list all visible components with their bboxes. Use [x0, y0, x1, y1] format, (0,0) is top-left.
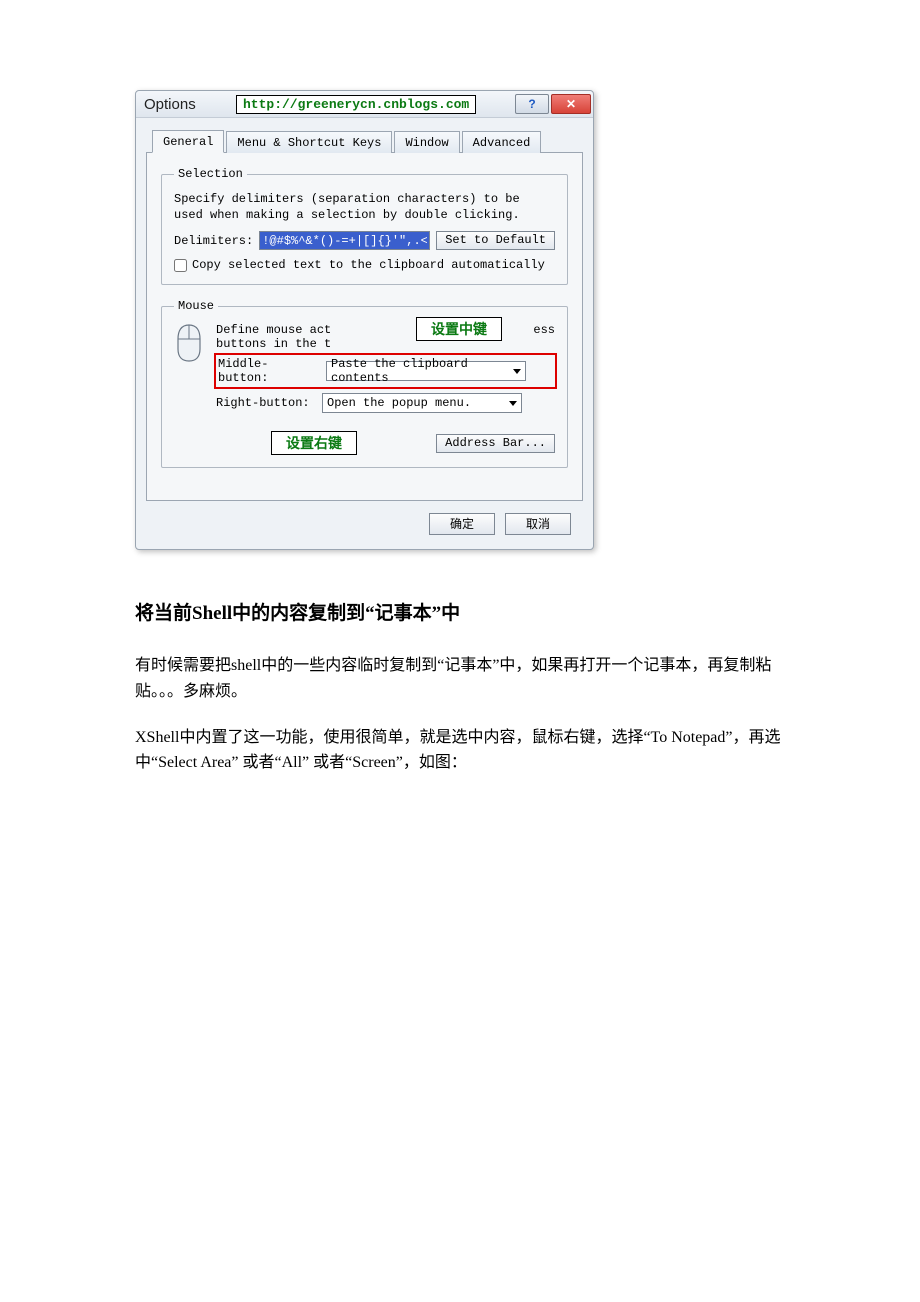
auto-copy-checkbox-row[interactable]: Copy selected text to the clipboard auto… [174, 258, 555, 272]
chevron-down-icon [509, 401, 517, 406]
selection-group: Selection Specify delimiters (separation… [161, 167, 568, 285]
callout-middle: 设置中键 [416, 317, 502, 341]
callout-right: 设置右键 [271, 431, 357, 455]
dialog-title: Options [144, 96, 196, 113]
chevron-down-icon [513, 369, 521, 374]
options-dialog: Options http://greenerycn.cnblogs.com ? … [135, 90, 594, 550]
tab-menu-shortcut[interactable]: Menu & Shortcut Keys [226, 131, 392, 153]
tabpage-general: Selection Specify delimiters (separation… [146, 153, 583, 501]
delimiters-input[interactable] [259, 231, 430, 250]
right-button-label: Right-button: [216, 396, 316, 410]
article-body: 将当前Shell中的内容复制到“记事本”中 有时候需要把shell中的一些内容临… [135, 598, 785, 775]
selection-legend: Selection [174, 167, 247, 181]
address-bar-button[interactable]: Address Bar... [436, 434, 555, 453]
auto-copy-label: Copy selected text to the clipboard auto… [192, 258, 545, 272]
article-paragraph-2: XShell中内置了这一功能，使用很简单，就是选中内容，鼠标右键，选择“To N… [135, 725, 785, 776]
right-button-value: Open the popup menu. [327, 396, 471, 410]
article-paragraph-1: 有时候需要把shell中的一些内容临时复制到“记事本”中，如果再打开一个记事本，… [135, 653, 785, 704]
middle-button-value: Paste the clipboard contents [331, 357, 513, 385]
tab-advanced[interactable]: Advanced [462, 131, 542, 153]
mouse-desc-line2: buttons in the t [216, 337, 331, 351]
watermark-url: http://greenerycn.cnblogs.com [236, 95, 476, 114]
titlebar[interactable]: Options http://greenerycn.cnblogs.com ? … [136, 91, 593, 118]
close-button[interactable]: ✕ [551, 94, 591, 114]
mouse-desc-line1: Define mouse act [216, 323, 331, 337]
selection-description: Specify delimiters (separation character… [174, 191, 555, 223]
cancel-button[interactable]: 取消 [505, 513, 571, 535]
mouse-legend: Mouse [174, 299, 218, 313]
mouse-group: Mouse Define mouse act [161, 299, 568, 468]
middle-button-label: Middle-button: [218, 357, 318, 385]
middle-button-combo[interactable]: Paste the clipboard contents [326, 361, 526, 381]
delimiters-label: Delimiters: [174, 234, 253, 248]
mouse-desc-tail: ess [533, 323, 555, 337]
mouse-icon [174, 323, 206, 455]
article-heading: 将当前Shell中的内容复制到“记事本”中 [135, 598, 785, 625]
auto-copy-checkbox[interactable] [174, 259, 187, 272]
tabstrip: General Menu & Shortcut Keys Window Adva… [146, 126, 583, 153]
right-button-combo[interactable]: Open the popup menu. [322, 393, 522, 413]
ok-button[interactable]: 确定 [429, 513, 495, 535]
set-to-default-button[interactable]: Set to Default [436, 231, 555, 250]
tab-general[interactable]: General [152, 130, 224, 153]
help-button[interactable]: ? [515, 94, 549, 114]
tab-window[interactable]: Window [394, 131, 459, 153]
middle-button-row-highlight: Middle-button: Paste the clipboard conte… [214, 353, 557, 389]
